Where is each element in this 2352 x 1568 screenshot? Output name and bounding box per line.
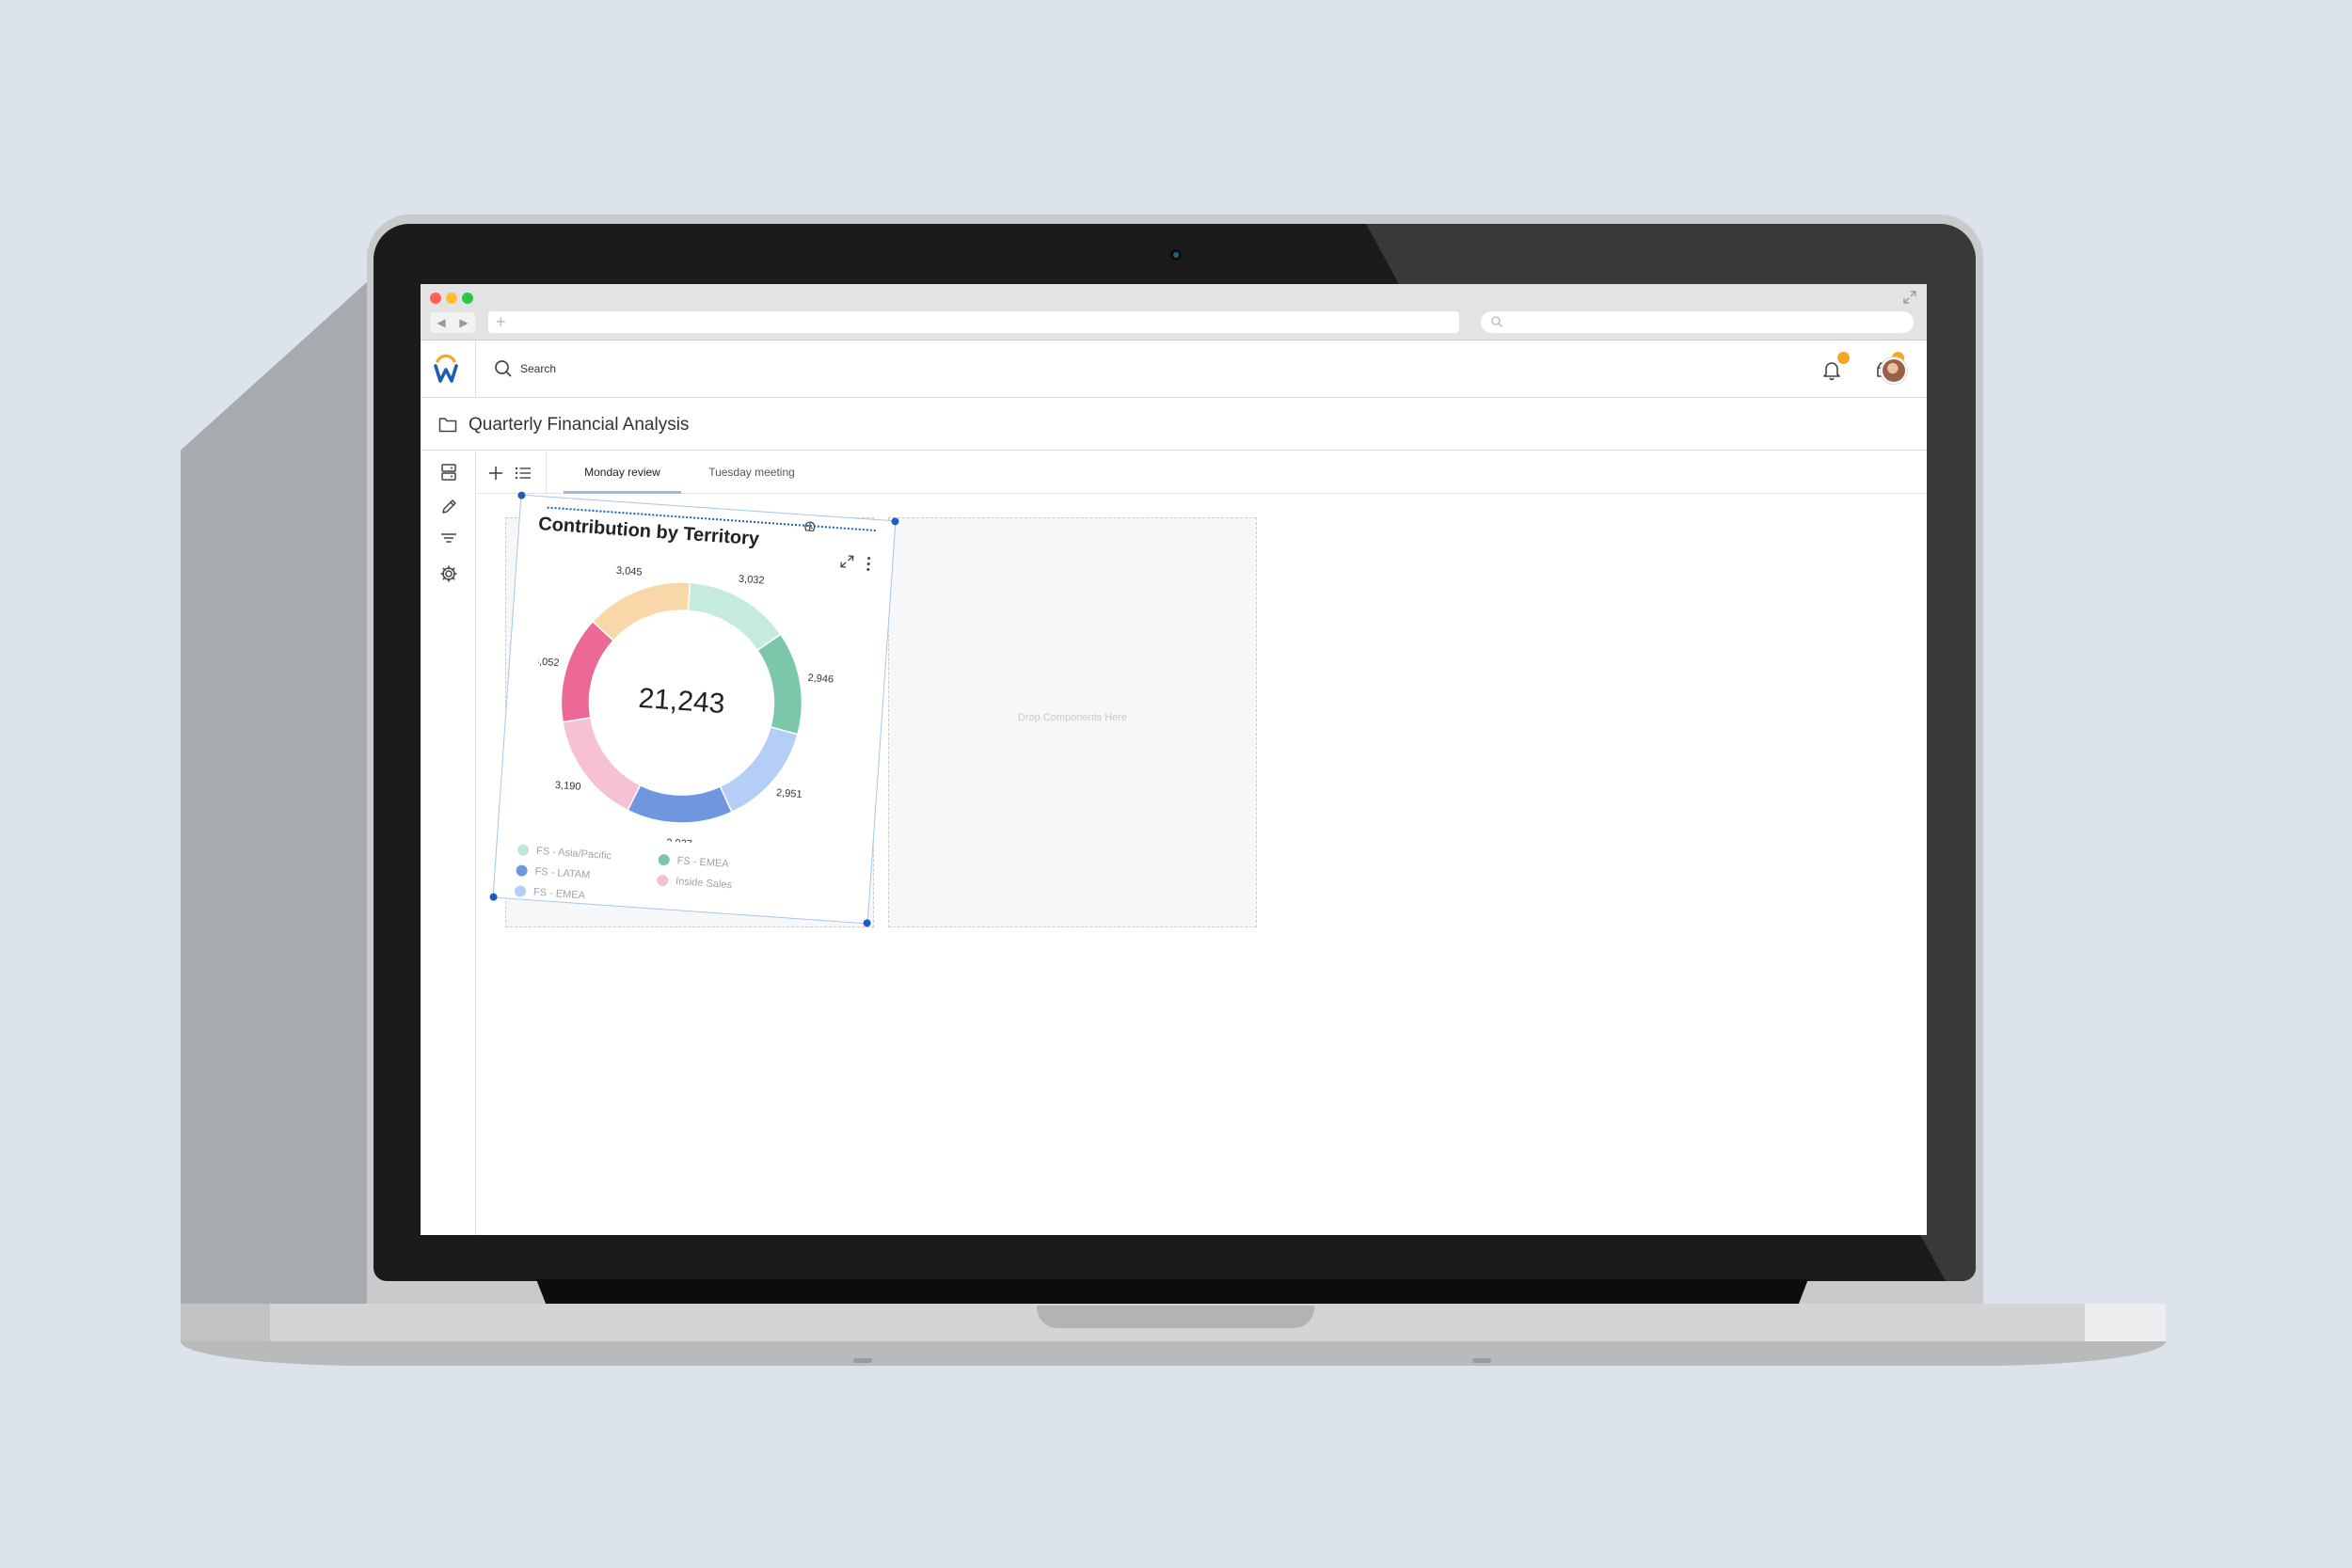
laptop-base-left (181, 1304, 270, 1341)
page-title: Quarterly Financial Analysis (469, 415, 690, 435)
filter-icon[interactable] (439, 530, 458, 548)
donut-chart: 3,032 2,946 2,951 3,027 3,190 3,052 3,045 21,2… (533, 565, 834, 850)
donut-slice[interactable] (560, 620, 615, 725)
laptop-notch (1037, 1306, 1314, 1328)
donut-total: 21,243 (638, 683, 726, 720)
legend-label: FS - EMEA (676, 855, 730, 870)
slice-value-label: 2,946 (807, 673, 834, 686)
laptop-screen: ◀ ▶ + Search Quarterly Financial Analysi… (421, 284, 1927, 1235)
legend-item: FS - EMEA (658, 853, 730, 870)
folder-icon (438, 418, 457, 433)
header-divider (475, 341, 476, 398)
legend-item: Inside Sales (656, 874, 733, 892)
dashboard-slot-empty[interactable]: Drop Components Here (888, 517, 1257, 927)
laptop-hinge (536, 1279, 1808, 1306)
workday-logo-icon[interactable] (432, 352, 460, 384)
global-search[interactable]: Search (494, 359, 556, 378)
laptop-base-bottom (181, 1341, 2166, 1366)
legend-swatch (516, 864, 528, 878)
legend-label: FS - EMEA (532, 886, 586, 902)
laptop-foot (853, 1358, 872, 1363)
slice-value-label: 2,951 (776, 787, 803, 800)
donut-slice[interactable] (557, 716, 644, 812)
webcam (1170, 249, 1182, 261)
notifications-button[interactable] (1820, 352, 1850, 382)
donut-slice[interactable] (719, 723, 799, 816)
search-label: Search (520, 362, 557, 375)
legend-label: FS - Asia/Pacific (535, 845, 612, 863)
add-tab-plus-icon[interactable] (488, 466, 503, 481)
new-tab-plus-icon[interactable]: + (496, 312, 506, 331)
maximize-window-button[interactable] (462, 293, 473, 304)
browser-toolbar: ◀ ▶ + (421, 284, 1927, 341)
close-window-button[interactable] (430, 293, 441, 304)
notifications-badge (1837, 352, 1850, 364)
app-header: Search (421, 341, 1927, 398)
resize-handle[interactable] (489, 893, 498, 901)
brain-icon[interactable] (802, 519, 818, 535)
laptop-foot (1472, 1358, 1491, 1363)
legend-item: FS - EMEA (514, 885, 586, 902)
resize-handle[interactable] (517, 491, 526, 499)
tab-tuesday-meeting[interactable]: Tuesday meeting (695, 451, 808, 494)
slice-value-label: 3,027 (666, 837, 692, 850)
list-icon[interactable] (515, 466, 532, 481)
donut-slice[interactable] (752, 633, 807, 736)
legend-swatch (656, 874, 669, 887)
legend-label: Inside Sales (675, 876, 733, 892)
layout-icon[interactable] (439, 463, 458, 482)
slice-value-label: 3,052 (533, 656, 560, 669)
drop-hint: Drop Components Here (1017, 712, 1128, 723)
slice-value-label: 3,045 (616, 565, 643, 578)
address-bar[interactable]: + (488, 311, 1459, 333)
legend-swatch (658, 853, 671, 866)
pencil-icon[interactable] (439, 498, 458, 516)
legend-item: FS - Asia/Pacific (516, 844, 612, 863)
fullscreen-icon[interactable] (1902, 290, 1917, 305)
gear-icon[interactable] (439, 564, 458, 583)
more-vertical-icon[interactable] (866, 555, 872, 572)
legend-label: FS - LATAM (534, 865, 591, 881)
donut-slice[interactable] (627, 780, 733, 827)
tab-monday-review[interactable]: Monday review (564, 451, 681, 494)
avatar[interactable] (1881, 357, 1907, 384)
forward-arrow-icon[interactable]: ▶ (459, 316, 468, 329)
back-arrow-icon[interactable]: ◀ (437, 316, 445, 329)
expand-icon[interactable] (839, 553, 855, 569)
page-title-bar: Quarterly Financial Analysis (421, 399, 1927, 451)
browser-search-field[interactable] (1481, 311, 1914, 333)
legend-swatch (514, 885, 527, 897)
search-icon (495, 360, 512, 377)
legend-swatch (516, 844, 530, 857)
slice-value-label: 3,032 (739, 574, 765, 587)
laptop-base-right (2085, 1304, 2166, 1341)
search-icon (1491, 316, 1503, 328)
legend-item: FS - LATAM (516, 864, 591, 881)
minimize-window-button[interactable] (446, 293, 457, 304)
tab-bar: Monday review Tuesday meeting (477, 451, 1927, 494)
left-rail (421, 451, 476, 1235)
slice-value-label: 3,190 (555, 780, 581, 793)
chart-card[interactable]: Contribution by Territory 3,032 2,946 2,95… (489, 491, 899, 927)
tab-tools (477, 451, 547, 494)
browser-nav: ◀ ▶ (430, 312, 475, 333)
